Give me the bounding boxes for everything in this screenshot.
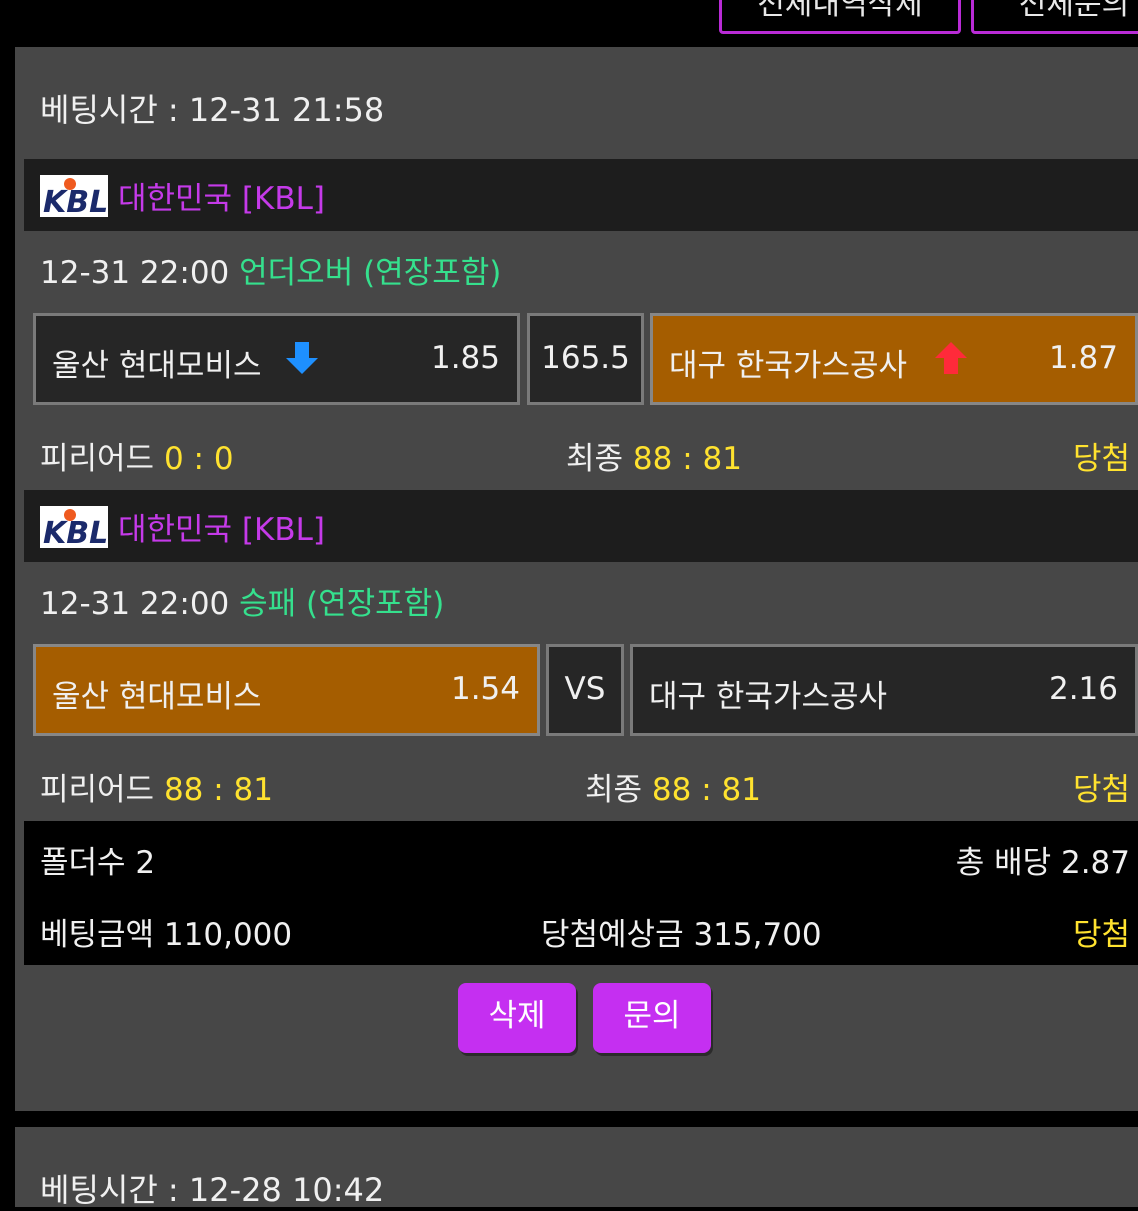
- away-team-name: 대구 한국가스공사: [649, 679, 888, 715]
- bet-card: 베팅시간 : 12-31 21:58 KBL 대한민국 [KBL] 12-31 …: [15, 47, 1138, 1111]
- inquire-all-button[interactable]: 전체문의: [971, 0, 1138, 34]
- delete-all-button[interactable]: 전체내역삭제: [719, 0, 961, 34]
- bet-summary: 폴더수 2 총 배당 2.87 베팅금액 110,000 당첨예상금 315,7…: [24, 821, 1138, 965]
- league-name: 대한민국 [KBL]: [118, 181, 325, 217]
- kbl-logo: KBL: [40, 175, 108, 217]
- down-arrow-icon: [286, 342, 318, 374]
- bet-card: 베팅시간 : 12-28 10:42: [15, 1127, 1138, 1209]
- away-odds-button[interactable]: 대구 한국가스공사 2.16: [630, 644, 1138, 736]
- result-status: 당첨: [1072, 772, 1130, 808]
- bet-type: 승패 (연장포함): [239, 586, 445, 622]
- league-row: KBL 대한민국 [KBL]: [24, 159, 1138, 231]
- away-odds: 2.16: [1048, 671, 1118, 707]
- total-odds: 총 배당 2.87: [955, 845, 1130, 881]
- home-team-name: 울산 현대모비스: [52, 348, 262, 384]
- svg-text:KBL: KBL: [43, 185, 108, 217]
- svg-text:KBL: KBL: [43, 516, 108, 548]
- away-team-name: 대구 한국가스공사: [669, 348, 908, 384]
- summary-result: 당첨: [1072, 917, 1130, 953]
- home-odds: 1.54: [450, 671, 520, 707]
- away-odds-button[interactable]: 대구 한국가스공사 1.87: [650, 313, 1138, 405]
- home-odds: 1.85: [430, 340, 500, 376]
- away-odds: 1.87: [1048, 340, 1118, 376]
- kbl-logo: KBL: [40, 506, 108, 548]
- vs-label: VS: [546, 644, 624, 736]
- game-datetime: 12-31 22:00: [40, 586, 230, 622]
- game-info: 12-31 22:00 언더오버 (연장포함): [40, 247, 501, 292]
- bet-time: 베팅시간 : 12-31 21:58: [40, 91, 385, 129]
- period-score: 피리어드 0 : 0: [40, 441, 234, 477]
- home-odds-button[interactable]: 울산 현대모비스 1.54: [33, 644, 540, 736]
- home-team-name: 울산 현대모비스: [52, 679, 262, 715]
- league-name: 대한민국 [KBL]: [118, 512, 325, 548]
- period-score: 피리어드 88 : 81: [40, 772, 273, 808]
- final-score: 최종 88 : 81: [566, 441, 742, 477]
- delete-button[interactable]: 삭제: [458, 983, 576, 1053]
- league-row: KBL 대한민국 [KBL]: [24, 490, 1138, 562]
- line-value-text: 165.5: [541, 340, 630, 376]
- folder-count: 폴더수 2: [40, 845, 156, 881]
- game-info: 12-31 22:00 승패 (연장포함): [40, 578, 444, 623]
- final-score: 최종 88 : 81: [585, 772, 761, 808]
- result-status: 당첨: [1072, 441, 1130, 477]
- game-block: KBL 대한민국 [KBL] 12-31 22:00 승패 (연장포함) 울산 …: [24, 490, 1138, 821]
- home-odds-button[interactable]: 울산 현대모비스 1.85: [33, 313, 520, 405]
- line-value: 165.5: [527, 313, 644, 405]
- up-arrow-icon: [935, 342, 967, 374]
- vs-text: VS: [564, 671, 606, 707]
- inquiry-button[interactable]: 문의: [593, 983, 711, 1053]
- bet-type: 언더오버 (연장포함): [239, 255, 502, 291]
- bet-amount: 베팅금액 110,000: [40, 917, 293, 953]
- game-datetime: 12-31 22:00: [40, 255, 230, 291]
- bet-time: 베팅시간 : 12-28 10:42: [40, 1171, 385, 1209]
- expected-win: 당첨예상금 315,700: [541, 917, 822, 953]
- game-block: KBL 대한민국 [KBL] 12-31 22:00 언더오버 (연장포함) 울…: [24, 159, 1138, 490]
